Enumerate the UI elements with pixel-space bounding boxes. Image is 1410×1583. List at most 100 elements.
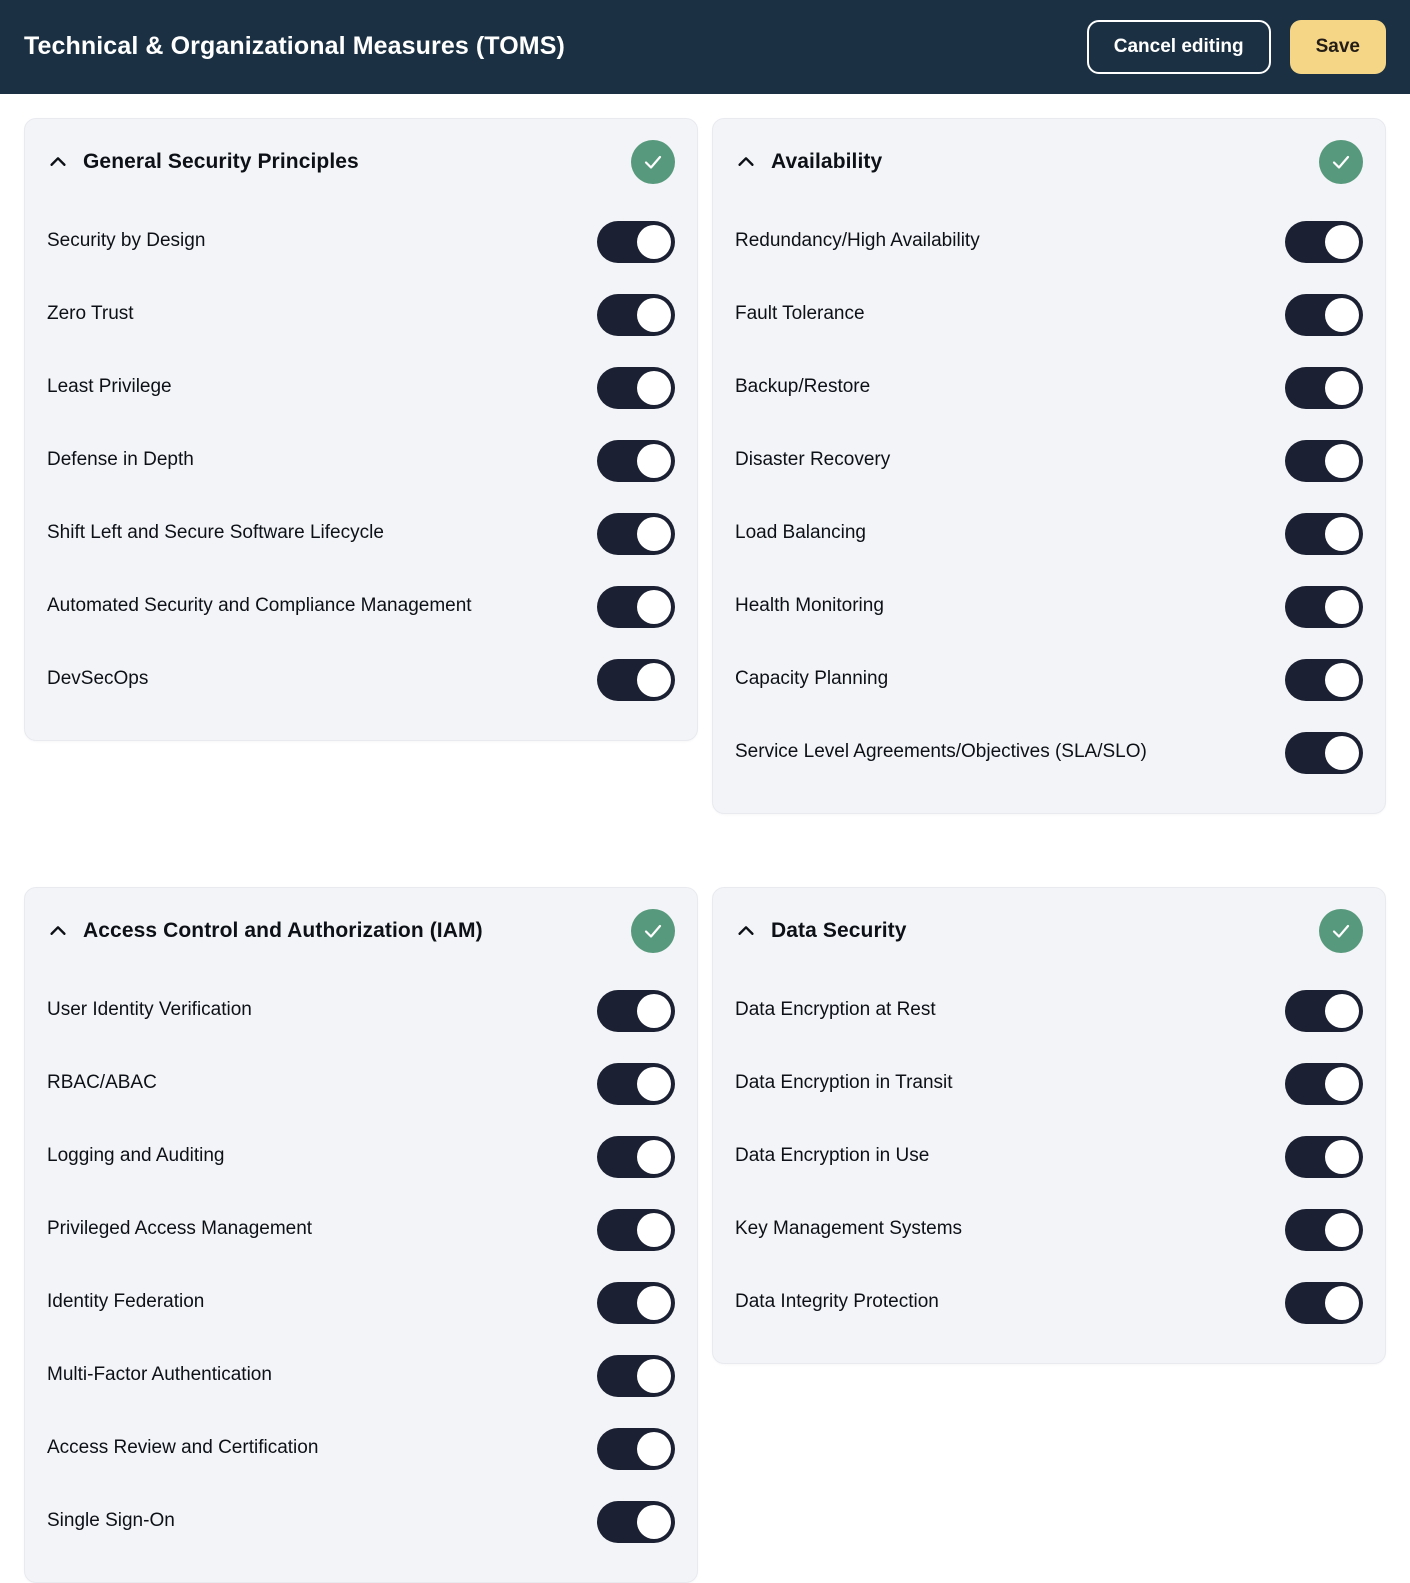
card-header-left: Access Control and Authorization (IAM)	[47, 919, 483, 942]
card-title: Access Control and Authorization (IAM)	[83, 919, 483, 943]
measure-row: Fault Tolerance	[735, 278, 1363, 351]
measure-toggle[interactable]	[1285, 366, 1363, 409]
measure-label: Data Encryption in Use	[735, 1145, 930, 1167]
measure-toggle[interactable]	[597, 1354, 675, 1397]
toggle-knob	[637, 370, 671, 405]
measure-row: Automated Security and Compliance Manage…	[47, 570, 675, 643]
card-header-access-control-and-authorization-iam[interactable]: Access Control and Authorization (IAM)	[47, 888, 675, 974]
measure-row: Data Integrity Protection	[735, 1266, 1363, 1339]
toggle-knob	[637, 589, 671, 624]
measure-label: RBAC/ABAC	[47, 1072, 157, 1094]
page-title: Technical & Organizational Measures (TOM…	[24, 32, 565, 61]
measure-toggle[interactable]	[1285, 989, 1363, 1032]
measure-toggle[interactable]	[597, 1208, 675, 1251]
measure-toggle[interactable]	[1285, 293, 1363, 336]
check-circle-icon	[631, 909, 675, 953]
toggle-knob	[1325, 1285, 1359, 1320]
card-header-left: General Security Principles	[47, 150, 359, 173]
measure-row: Redundancy/High Availability	[735, 205, 1363, 278]
measure-row: RBAC/ABAC	[47, 1047, 675, 1120]
measure-row: Logging and Auditing	[47, 1120, 675, 1193]
toggle-knob	[1325, 735, 1359, 770]
measure-toggle[interactable]	[1285, 439, 1363, 482]
measure-toggle[interactable]	[1285, 220, 1363, 263]
toggle-knob	[1325, 662, 1359, 697]
measure-row: Shift Left and Secure Software Lifecycle	[47, 497, 675, 570]
app-header: Technical & Organizational Measures (TOM…	[0, 0, 1410, 94]
measure-card-availability: Availability Redundancy/High Availability…	[712, 118, 1386, 814]
card-title: Data Security	[771, 919, 907, 943]
measure-toggle[interactable]	[597, 512, 675, 555]
chevron-up-icon[interactable]	[47, 151, 69, 173]
toggle-knob	[1325, 1066, 1359, 1101]
cancel-editing-button[interactable]: Cancel editing	[1086, 19, 1271, 75]
measure-toggle[interactable]	[597, 1281, 675, 1324]
measure-label: Access Review and Certification	[47, 1437, 319, 1459]
measure-label: Zero Trust	[47, 303, 134, 325]
toggle-knob	[637, 1358, 671, 1393]
measure-row: Data Encryption in Transit	[735, 1047, 1363, 1120]
measure-row: Access Review and Certification	[47, 1412, 675, 1485]
toggle-knob	[1325, 297, 1359, 332]
card-header-data-security[interactable]: Data Security	[735, 888, 1363, 974]
toggle-knob	[637, 1285, 671, 1320]
measure-toggle[interactable]	[1285, 1208, 1363, 1251]
measure-toggle[interactable]	[597, 1062, 675, 1105]
toggle-knob	[1325, 443, 1359, 478]
measure-toggle[interactable]	[1285, 1135, 1363, 1178]
card-header-left: Availability	[735, 150, 882, 173]
measure-label: Least Privilege	[47, 376, 172, 398]
toggle-knob	[1325, 1212, 1359, 1247]
measure-row: User Identity Verification	[47, 974, 675, 1047]
measure-toggle[interactable]	[597, 220, 675, 263]
measure-toggle[interactable]	[1285, 1062, 1363, 1105]
measure-toggle[interactable]	[597, 989, 675, 1032]
chevron-up-icon[interactable]	[47, 920, 69, 942]
header-actions: Cancel editing Save	[1086, 19, 1386, 75]
measure-toggle[interactable]	[597, 1427, 675, 1470]
card-header-availability[interactable]: Availability	[735, 119, 1363, 205]
measure-list: Security by Design Zero Trust Least Privil…	[47, 205, 675, 716]
measure-toggle[interactable]	[1285, 1281, 1363, 1324]
measure-card-access-control-and-authorization-iam: Access Control and Authorization (IAM) Us…	[24, 887, 698, 1583]
measure-toggle[interactable]	[597, 366, 675, 409]
measure-toggle[interactable]	[597, 439, 675, 482]
measure-label: Data Integrity Protection	[735, 1291, 939, 1313]
measure-toggle[interactable]	[1285, 512, 1363, 555]
measure-toggle[interactable]	[597, 1135, 675, 1178]
measure-row: Disaster Recovery	[735, 424, 1363, 497]
measure-label: DevSecOps	[47, 668, 149, 690]
measure-label: Automated Security and Compliance Manage…	[47, 595, 472, 617]
chevron-up-icon[interactable]	[735, 920, 757, 942]
measure-row: Zero Trust	[47, 278, 675, 351]
measure-toggle[interactable]	[597, 585, 675, 628]
check-circle-icon	[1319, 140, 1363, 184]
save-button[interactable]: Save	[1289, 19, 1386, 75]
measure-label: Redundancy/High Availability	[735, 230, 980, 252]
measure-row: Load Balancing	[735, 497, 1363, 570]
measures-grid: General Security Principles Security by D…	[24, 118, 1386, 1583]
toggle-knob	[637, 1212, 671, 1247]
check-circle-icon	[631, 140, 675, 184]
measure-label: Privileged Access Management	[47, 1218, 313, 1240]
measure-row: Identity Federation	[47, 1266, 675, 1339]
measure-row: Key Management Systems	[735, 1193, 1363, 1266]
measure-toggle[interactable]	[1285, 585, 1363, 628]
card-header-general-security-principles[interactable]: General Security Principles	[47, 119, 675, 205]
toggle-knob	[637, 1504, 671, 1539]
measure-row: Service Level Agreements/Objectives (SLA…	[735, 716, 1363, 789]
measure-row: Privileged Access Management	[47, 1193, 675, 1266]
measure-row: Data Encryption in Use	[735, 1120, 1363, 1193]
measure-label: Identity Federation	[47, 1291, 205, 1313]
measure-toggle[interactable]	[597, 293, 675, 336]
page-content: General Security Principles Security by D…	[0, 94, 1410, 1583]
measure-label: Key Management Systems	[735, 1218, 963, 1240]
measure-toggle[interactable]	[597, 1500, 675, 1543]
chevron-up-icon[interactable]	[735, 151, 757, 173]
measure-row: Backup/Restore	[735, 351, 1363, 424]
measure-toggle[interactable]	[597, 658, 675, 701]
measure-toggle[interactable]	[1285, 731, 1363, 774]
measure-label: Load Balancing	[735, 522, 866, 544]
measure-toggle[interactable]	[1285, 658, 1363, 701]
toggle-knob	[1325, 516, 1359, 551]
